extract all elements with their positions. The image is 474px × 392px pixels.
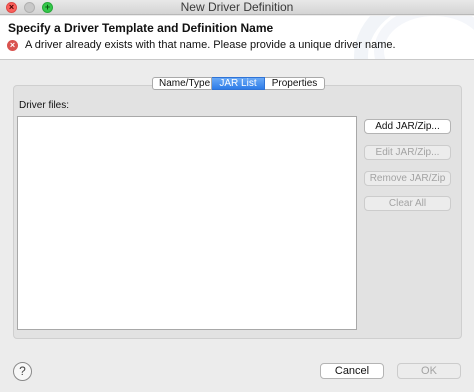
header-decoration-inner bbox=[374, 16, 474, 59]
help-button[interactable]: ? bbox=[13, 362, 32, 381]
wizard-header: Specify a Driver Template and Definition… bbox=[0, 16, 474, 60]
driver-files-label: Driver files: bbox=[19, 100, 70, 111]
wizard-title: Specify a Driver Template and Definition… bbox=[8, 21, 274, 35]
ok-button[interactable]: OK bbox=[397, 363, 461, 379]
cancel-button[interactable]: Cancel bbox=[320, 363, 384, 379]
clear-all-button[interactable]: Clear All bbox=[364, 196, 451, 211]
driver-files-list[interactable] bbox=[17, 116, 357, 330]
error-message: A driver already exists with that name. … bbox=[25, 39, 396, 51]
error-icon: × bbox=[7, 40, 18, 51]
window-title: New Driver Definition bbox=[180, 0, 294, 14]
remove-jar-button[interactable]: Remove JAR/Zip bbox=[364, 171, 451, 186]
window-titlebar: × + New Driver Definition bbox=[0, 0, 474, 15]
tab-jar-list[interactable]: JAR List bbox=[212, 77, 265, 90]
edit-jar-button[interactable]: Edit JAR/Zip... bbox=[364, 145, 451, 160]
add-jar-button[interactable]: Add JAR/Zip... bbox=[364, 119, 451, 134]
tab-properties[interactable]: Properties bbox=[265, 77, 325, 90]
tab-name-type[interactable]: Name/Type bbox=[152, 77, 212, 90]
tab-bar: Name/Type JAR List Properties bbox=[152, 77, 325, 90]
